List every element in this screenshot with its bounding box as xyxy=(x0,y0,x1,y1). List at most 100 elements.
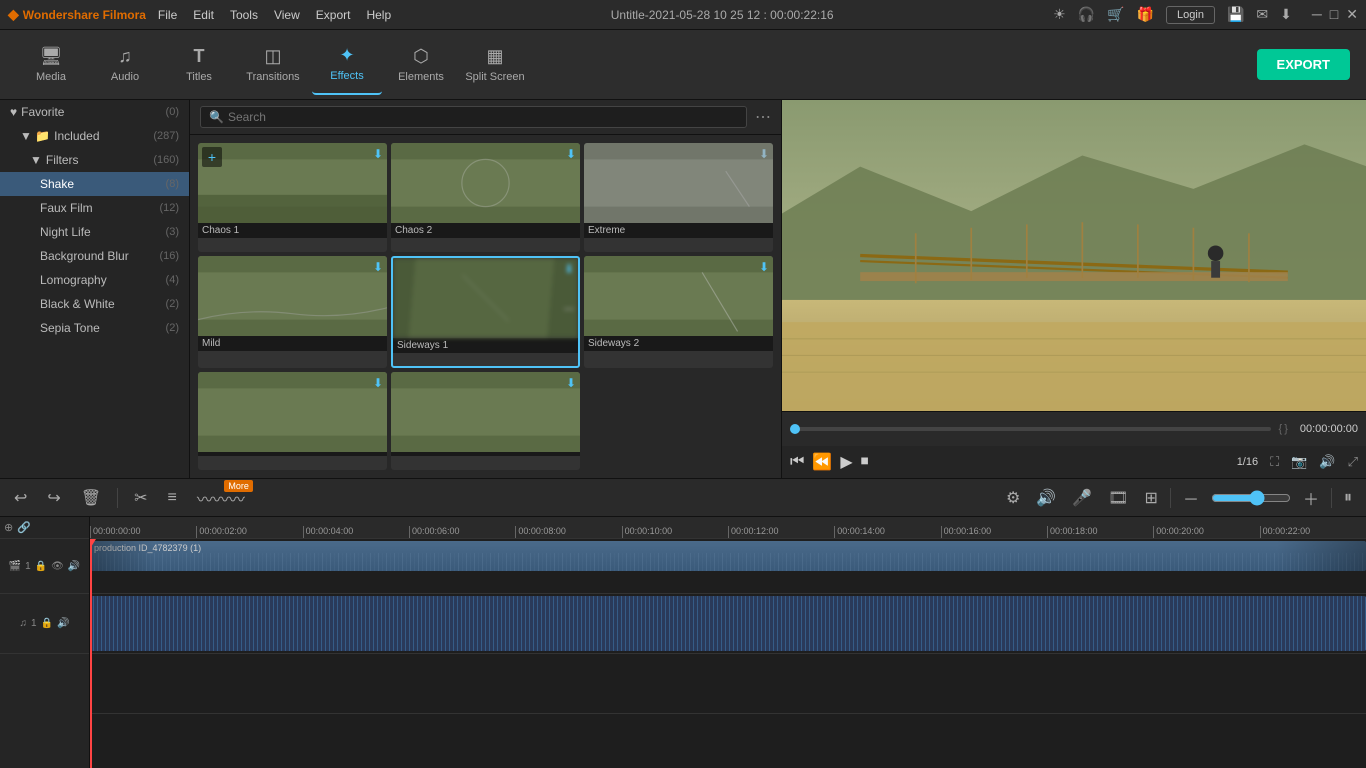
effect-mild-thumb: ⬇ xyxy=(198,256,387,336)
out-point-icon[interactable]: } xyxy=(1284,423,1288,435)
search-box[interactable]: 🔍 xyxy=(200,106,747,128)
snap-icon[interactable]: ⊕ xyxy=(4,521,13,534)
toolbar-effects[interactable]: ✦ Effects xyxy=(312,35,382,95)
in-point-icon[interactable]: { xyxy=(1279,423,1283,435)
category-fauxfilm[interactable]: Faux Film (12) xyxy=(0,196,189,220)
link-icon[interactable]: 🔗 xyxy=(17,521,31,534)
menu-view[interactable]: View xyxy=(274,8,300,22)
frame-back-button[interactable]: ⏪ xyxy=(812,452,832,472)
effect-extreme[interactable]: ⬇ Extreme xyxy=(584,143,773,252)
category-shake[interactable]: Shake (8) xyxy=(0,172,189,196)
effect-sideways2-label: Sideways 2 xyxy=(584,336,773,351)
zoom-out-button[interactable]: － xyxy=(1179,484,1203,512)
audio-volume-icon[interactable]: 🔊 xyxy=(57,618,69,629)
menu-tools[interactable]: Tools xyxy=(230,8,258,22)
minimize-button[interactable]: ─ xyxy=(1312,6,1322,23)
fullscreen-icon[interactable]: ⛶ xyxy=(1270,454,1279,470)
download-icon[interactable]: ⬇ xyxy=(1280,6,1292,23)
gift-icon[interactable]: 🎁 xyxy=(1137,6,1154,23)
video-eye-icon[interactable]: 👁 xyxy=(51,561,64,572)
effect-sideways2-thumb: ⬇ xyxy=(584,256,773,336)
pause-indicator[interactable]: ⏸ xyxy=(1340,487,1356,509)
toolbar-media[interactable]: 🖥 Media xyxy=(16,35,86,95)
category-sepiatone[interactable]: Sepia Tone (2) xyxy=(0,316,189,340)
export-button[interactable]: EXPORT xyxy=(1257,49,1350,80)
delete-button[interactable]: 🗑 xyxy=(77,486,105,510)
save-icon[interactable]: 💾 xyxy=(1227,6,1244,23)
message-icon[interactable]: ✉ xyxy=(1256,6,1268,23)
cart-icon[interactable]: 🛒 xyxy=(1107,6,1124,23)
progress-bar[interactable] xyxy=(790,427,1271,431)
grid-view-icon[interactable]: ⋯ xyxy=(755,107,771,127)
effect-extreme-label: Extreme xyxy=(584,223,773,238)
timecode-display: 00:00:00:00 xyxy=(1300,423,1358,435)
zoom-slider[interactable] xyxy=(1211,490,1291,506)
undo-button[interactable]: ↩ xyxy=(10,486,31,510)
menu-help[interactable]: Help xyxy=(366,8,391,22)
included-item[interactable]: ▼ 📁 Included (287) xyxy=(0,124,189,148)
divider xyxy=(117,488,118,508)
close-button[interactable]: ✕ xyxy=(1346,6,1358,23)
menu-export[interactable]: Export xyxy=(316,8,351,22)
adjust-button[interactable]: ≡ xyxy=(164,487,181,509)
effect-row3b[interactable]: ⬇ xyxy=(391,372,580,470)
effect-chaos2[interactable]: ⬇ Chaos 2 xyxy=(391,143,580,252)
video-lock-icon[interactable]: 🔒 xyxy=(35,561,47,572)
effects2-button[interactable]: 🎞 xyxy=(1104,486,1132,510)
search-input[interactable] xyxy=(228,110,738,124)
volume-icon[interactable]: 🔊 xyxy=(1319,454,1335,470)
skip-back-button[interactable]: ⏮ xyxy=(790,453,804,471)
filters-item[interactable]: ▼ Filters (160) xyxy=(0,148,189,172)
headphone-icon[interactable]: 🎧 xyxy=(1078,6,1095,23)
timeline-ruler: 00:00:00:00 00:00:02:00 00:00:04:00 00:0… xyxy=(90,517,1366,539)
effect-mild[interactable]: ⬇ Mild xyxy=(198,256,387,369)
toolbar-splitscreen[interactable]: ▦ Split Screen xyxy=(460,35,530,95)
timeline-content: 00:00:00:00 00:00:02:00 00:00:04:00 00:0… xyxy=(90,517,1366,768)
stop-button[interactable]: ⏹ xyxy=(861,453,869,471)
screenshot-icon[interactable]: 📷 xyxy=(1291,454,1307,470)
audio-clip[interactable] xyxy=(90,596,1366,651)
effects-grid: ⬇ + Chaos 1 ⬇ Chaos 2 xyxy=(190,135,781,478)
video-clip[interactable]: production ID_4782379 (1) xyxy=(90,541,1366,571)
play-button[interactable]: ▶ xyxy=(840,452,852,472)
maximize-button[interactable]: □ xyxy=(1330,6,1338,23)
toolbar-titles[interactable]: T Titles xyxy=(164,35,234,95)
effect-sideways2[interactable]: ⬇ Sideways 2 xyxy=(584,256,773,369)
expand-icon[interactable]: ⤢ xyxy=(1348,454,1358,470)
download-icon: ⬇ xyxy=(566,147,576,161)
menu-bar: File Edit Tools View Export Help xyxy=(158,8,391,22)
menu-file[interactable]: File xyxy=(158,8,177,22)
settings-button[interactable]: ⚙ xyxy=(1002,486,1024,510)
category-shake-count: (8) xyxy=(166,178,179,190)
effect-sideways1[interactable]: ⬇ 〰 Sideways 1 xyxy=(391,256,580,369)
category-backgroundblur[interactable]: Background Blur (16) xyxy=(0,244,189,268)
category-blackwhite[interactable]: Black & White (2) xyxy=(0,292,189,316)
effect-row3a[interactable]: ⬇ xyxy=(198,372,387,470)
effect-chaos1[interactable]: ⬇ + Chaos 1 xyxy=(198,143,387,252)
toolbar-elements[interactable]: ⬡ Elements xyxy=(386,35,456,95)
ruler-14: 00:00:14:00 xyxy=(834,526,940,538)
split-audio-button[interactable]: 🔊 xyxy=(1032,486,1060,510)
progress-handle[interactable] xyxy=(790,424,800,434)
menu-edit[interactable]: Edit xyxy=(193,8,214,22)
category-nightlife[interactable]: Night Life (3) xyxy=(0,220,189,244)
add-to-timeline-icon[interactable]: + xyxy=(202,147,222,167)
toolbar-transitions[interactable]: ◫ Transitions xyxy=(238,35,308,95)
favorite-item[interactable]: ♥ Favorite (0) xyxy=(0,100,189,124)
category-backgroundblur-count: (16) xyxy=(159,250,179,262)
mic-button[interactable]: 🎤 xyxy=(1068,486,1096,510)
elements-label: Elements xyxy=(398,71,444,83)
cut-button[interactable]: ✂ xyxy=(130,486,151,510)
divider3 xyxy=(1331,488,1332,508)
category-lomography[interactable]: Lomography (4) xyxy=(0,268,189,292)
login-button[interactable]: Login xyxy=(1166,6,1215,24)
toolbar-audio[interactable]: ♫ Audio xyxy=(90,35,160,95)
zoom-in-button[interactable]: ＋ xyxy=(1299,484,1323,512)
mosaic-button[interactable]: ⊞ xyxy=(1141,486,1162,510)
brightness-icon[interactable]: ☀ xyxy=(1053,6,1066,23)
video-volume-icon[interactable]: 🔊 xyxy=(68,561,80,572)
playhead[interactable] xyxy=(90,539,92,768)
redo-button[interactable]: ↪ xyxy=(43,486,64,510)
ruler-16: 00:00:16:00 xyxy=(941,526,1047,538)
audio-lock-icon[interactable]: 🔒 xyxy=(41,618,53,629)
